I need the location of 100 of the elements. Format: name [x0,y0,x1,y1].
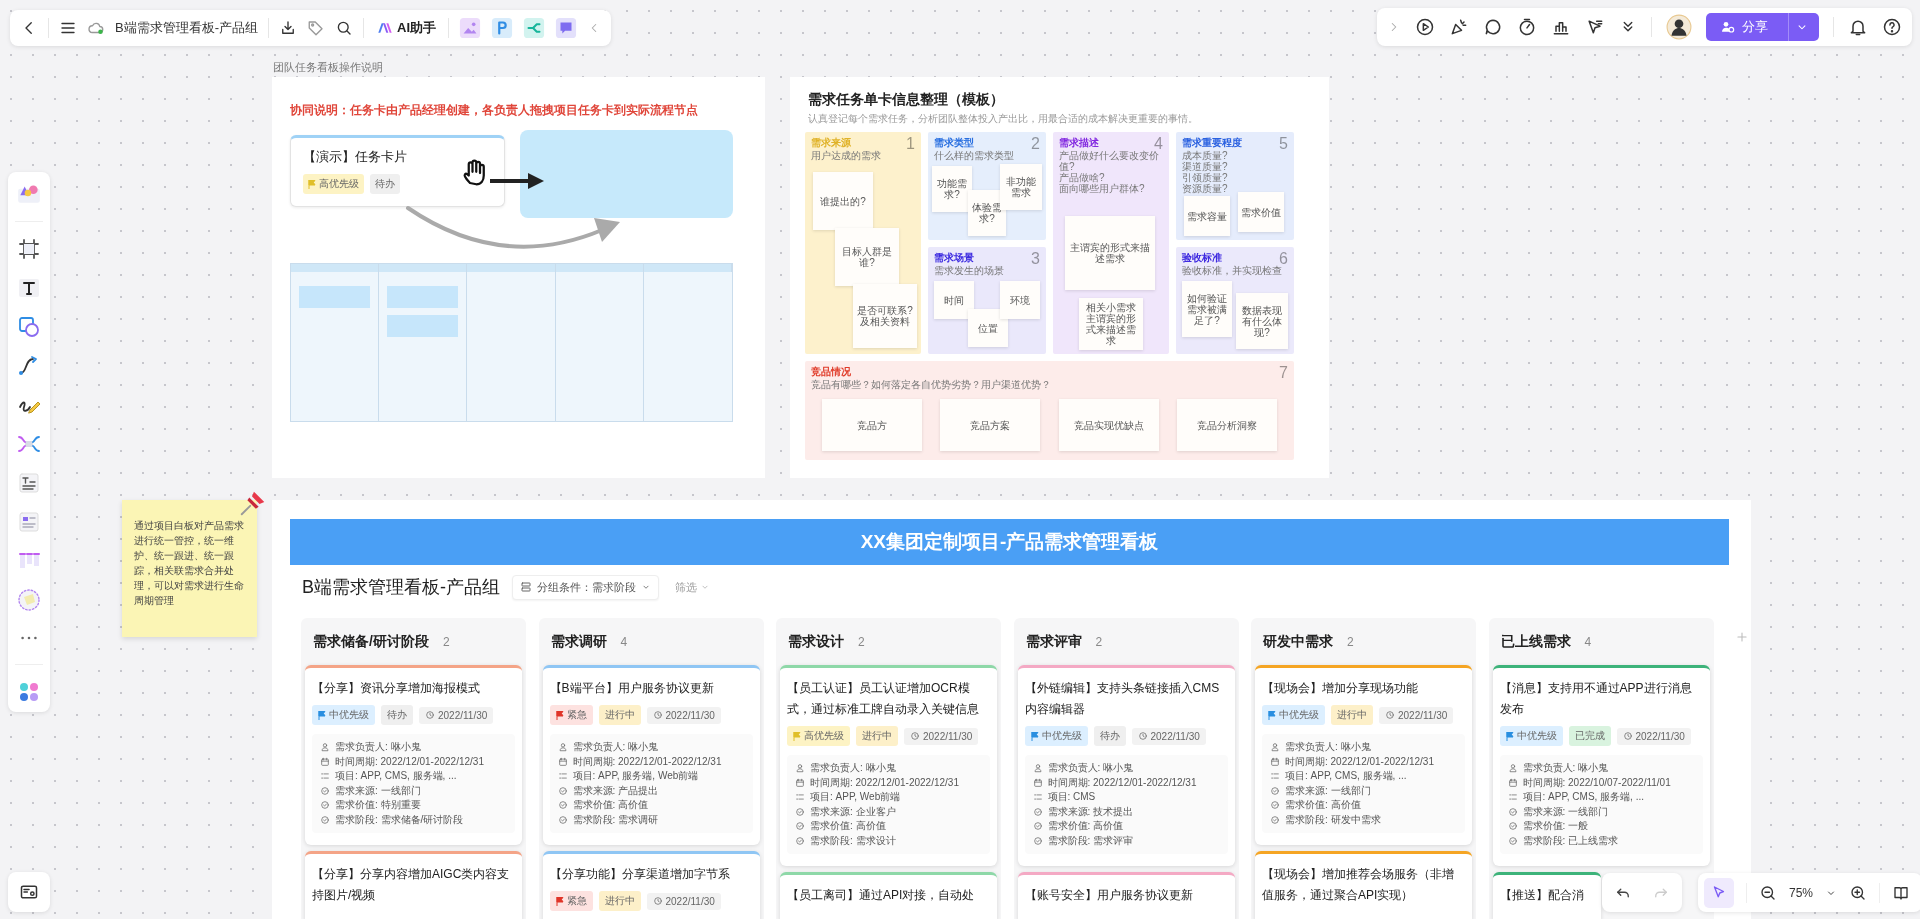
demo-task-card[interactable]: 【演示】任务卡片 高优先级 待办 [290,135,505,207]
check-icon [795,835,805,846]
frame-icon[interactable] [17,237,41,261]
check-icon [320,814,330,825]
section-hint: 资源质量? [1182,183,1229,194]
apps-icon[interactable] [17,680,41,704]
card-title: 【演示】任务卡片 [303,148,408,166]
check-icon [1032,806,1043,817]
shape-tool-icon[interactable] [17,315,41,339]
sticky-note[interactable]: 目标人群是谁? [835,228,899,286]
group-by-dropdown[interactable]: 分组条件：需求阶段 [512,574,659,600]
task-card[interactable]: 【现场会】增加分享现场功能 中优先级 进行中 2022/11/30 需求负责人: 咻小鬼 时间周期: 2022/12/01-2022/12/31 项目: APP, CMS, 服务端, ... 需求来源: 一线部门 需求价值: 高价值 需求阶段: 研发中需求 [1255,665,1472,845]
task-card[interactable]: 【分享】分享内容增加AIGC类内容支持图片/视频 [305,851,522,919]
task-card[interactable]: 【分享】资讯分享增加海报模式 中优先级 待办 2022/11/30 需求负责人: 咻小鬼 时间周期: 2022/12/01-2022/12/31 项目: APP, CMS, 服务端, ... 需求来源: 一线部门 需求价值: 特别重要 需求阶段: 需求储备/研讨阶段 [305,665,522,845]
sticky-note[interactable]: 是否可联系? 及相关资料 [853,284,917,348]
sticky-note[interactable]: 竞品方案 [940,399,1041,451]
sticky-note[interactable]: 竞品分析洞察 [1176,399,1277,451]
party-popper-icon[interactable] [1449,17,1469,37]
template-icon[interactable] [17,510,41,534]
zoom-level[interactable]: 75% [1789,885,1814,900]
zoom-out-icon[interactable] [1759,883,1777,902]
status-tag: 待办 [381,705,413,725]
card-field: 需求来源: 一线部门 [1285,783,1371,798]
download-icon[interactable] [279,19,297,37]
flag-icon [1268,710,1276,720]
task-card[interactable]: 【账号安全】用户服务协议更新 [1017,872,1235,919]
card-field: 需求价值: 高价值 [572,798,649,813]
sticky-note[interactable]: 主谓宾的形式来描述需求 [1065,216,1155,290]
tag-icon[interactable] [307,19,325,37]
sticky-note[interactable]: 非功能需求 [1000,164,1042,210]
section-title: 需求类型 [934,136,974,150]
card-title: 【现场会】增加分享现场功能 [1262,680,1418,697]
card-field: 项目: APP, 服务端, Web前端 [572,769,699,784]
laser-pointer-icon[interactable] [1585,17,1605,37]
sticky-note[interactable]: 相关小需求主谓宾的形式来描述需求 [1079,298,1143,350]
card-field: 需求阶段: 已上线需求 [1522,833,1619,848]
sticky-note[interactable]: 需求容量 [1184,196,1230,236]
person-icon [1270,742,1280,753]
calendar-icon [320,756,330,767]
person-icon [320,742,330,753]
section-title: 需求场景 [934,251,974,265]
sticky-note[interactable]: 功能需求? [932,166,972,212]
section-number: 5 [1279,135,1288,153]
section-number: 4 [1154,135,1163,152]
sticky-note[interactable]: 竞品方 [822,399,923,451]
card-field: 需求负责人: 咻小鬼 [1047,761,1134,776]
sticky-note[interactable]: 如何验证需求被满足了? [1182,281,1232,337]
task-card[interactable]: 【员工离司】通过API对接，自动处 [780,872,997,919]
sticky-note[interactable]: 环境 [1000,281,1040,319]
task-card[interactable]: 【推送】配合消 [1492,872,1601,919]
sticky-note[interactable]: 时间 [934,281,974,319]
card-title: 【员工认证】员工认证增加OCR模式，通过标准工牌自动录入关键信息 [787,680,980,718]
task-card[interactable]: 【分享功能】分享渠道增加字节系 紧急 进行中 2022/11/30 [542,851,760,919]
section-title: 需求来源 [811,136,851,150]
right-arrow-icon [490,173,546,189]
sticky-note[interactable]: 谁提出的? [813,172,873,230]
sticker-icon[interactable] [17,588,41,612]
document-title[interactable]: B端需求管理看板-产品组 [115,19,258,37]
task-card[interactable]: 【消息】支持用不通过APP进行消息发布 中优先级 已完成 2022/11/30 需求负责人: 咻小鬼 时间周期: 2022/10/07-2022/11/01 项目: APP, CMS, 服务端, ... 需求来源: 一线部门 需求价值: 一般 需求阶段: 已上线需求 [1492,665,1710,866]
board-title: B端需求管理看板-产品组 [302,576,500,599]
avatar-icon[interactable] [1666,14,1692,40]
sticky-note[interactable]: 体验需求? [968,190,1006,236]
sticky-note[interactable]: 需求价值 [1238,192,1284,232]
section-number: 6 [1279,250,1288,267]
chat-app-icon[interactable] [555,17,577,39]
sticky-note[interactable]: 竞品实现优缺点 [1058,399,1159,451]
section-hint: 需求发生的场景 [934,265,1005,276]
section-hint: 什么样的需求类型 [934,150,1015,161]
timer-icon[interactable] [1517,17,1537,37]
minimap-button[interactable] [8,872,50,912]
document-app-icon[interactable] [491,17,513,39]
sticky-note[interactable]: 数据表现有什么体现? [1236,293,1288,349]
search-icon[interactable] [335,19,353,37]
task-card[interactable]: 【员工认证】员工认证增加OCR模式，通过标准工牌自动录入关键信息 高优先级 进行中 2022/11/30 需求负责人: 咻小鬼 时间周期: 2022/12/01-2022/12/31 项目: APP, Web前端 需求来源: 企业客户 需求价值: 高价值 需求阶段: 需求设计 [780,665,997,866]
ai-assistant-button[interactable]: AI助手 [374,16,438,40]
play-icon[interactable] [1415,17,1435,37]
section-number: 1 [906,135,915,153]
pointer-tool[interactable] [1704,877,1734,908]
map-icon [19,882,39,902]
list-icon [1032,792,1043,803]
help-icon[interactable] [1882,17,1902,37]
flowchart-app-icon[interactable] [523,17,545,39]
task-card[interactable]: 【外链编辑】支持头条链接插入CMS内容编辑器 中优先级 待办 2022/11/30 需求负责人: 咻小鬼 时间周期: 2022/12/01-2022/12/31 项目: CMS 需求来源: 技术提出 需求价值: 高价值 需求阶段: 需求评审 [1017,665,1235,866]
column-count: 4 [620,634,628,649]
flag-icon [308,179,316,189]
calendar-icon [1270,756,1280,767]
due-date: 2022/11/30 [646,706,721,724]
sticky-note[interactable]: 位置 [968,309,1008,347]
card-field: 需求负责人: 咻小鬼 [335,740,421,755]
image-app-icon[interactable] [459,17,481,39]
status-tag: 进行中 [1331,705,1373,725]
section-hint: 成本质量? [1182,150,1229,161]
task-card[interactable]: 【B端平台】用户服务协议更新 紧急 进行中 2022/11/30 需求负责人: 咻小鬼 时间周期: 2022/12/01-2022/12/31 项目: APP, 服务端, Web前端 需求来源: 产品提出 需求价值: 高价值 需求阶段: 需求调研 [542,665,760,845]
sticky-note[interactable]: 通过项目白板对产品需求进行统一管控，统一维护、统一跟进、统一跟踪，相关联需求合并处理，可以对需求进行生命周期管理 [122,500,257,637]
text-card-icon[interactable] [17,471,41,495]
share-button[interactable]: 分享 [1706,13,1819,41]
text-tool-icon[interactable] [17,276,41,300]
comment-icon[interactable] [1483,17,1503,37]
due-date: 2022/11/30 [904,727,979,745]
task-card[interactable]: 【现场会】增加推荐会场服务（非增值服务，通过聚合API实现） [1255,851,1472,919]
